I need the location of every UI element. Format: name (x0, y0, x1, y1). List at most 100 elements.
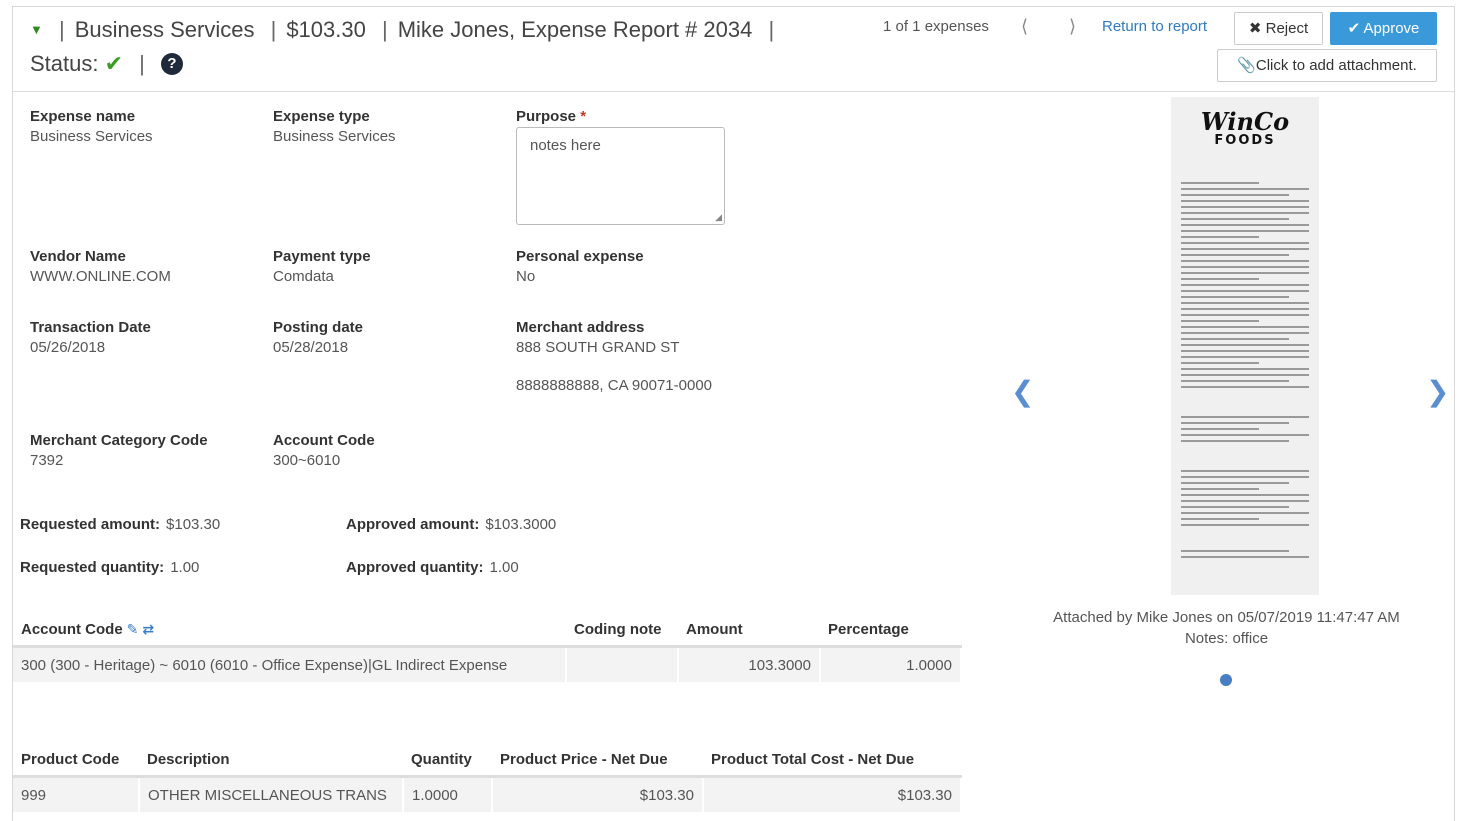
product-table: Product Code Description Quantity Produc… (13, 743, 962, 812)
header-expense-name: Business Services (74, 17, 255, 42)
table-cell: 103.3000 (678, 646, 821, 682)
required-marker: * (580, 108, 587, 125)
field-value: Business Services (30, 128, 153, 145)
column-header: Amount (678, 613, 820, 648)
approve-label: Approve (1363, 20, 1420, 37)
field-purpose: Purpose * (516, 108, 586, 128)
carousel-prev-icon[interactable]: ❮ (1011, 375, 1034, 408)
table-cell: 999 (13, 776, 140, 812)
reject-button[interactable]: ✖ Reject (1234, 12, 1323, 45)
attach-label: Click to add attachment. (1255, 57, 1417, 74)
field-expense-name: Expense name Business Services (30, 108, 153, 145)
add-attachment-button[interactable]: 📎Click to add attachment. (1217, 49, 1437, 82)
header-amount: $103.30 (286, 17, 366, 42)
chevron-left-icon[interactable]: ⟨ (1021, 16, 1028, 37)
header-report: Mike Jones, Expense Report # 2034 (397, 17, 753, 42)
return-to-report-link[interactable]: Return to report (1102, 18, 1207, 35)
expense-header: ▼ | Business Services | $103.30 | Mike Jone… (30, 14, 830, 79)
shuffle-icon[interactable]: ⇄ (142, 621, 154, 637)
column-header: Product Code (13, 743, 139, 778)
table-cell (566, 646, 679, 682)
field-label: Merchant address (516, 319, 645, 336)
paperclip-icon: 📎 (1237, 57, 1256, 74)
field-personal-expense: Personal expense No (516, 248, 644, 285)
field-label: Personal expense (516, 248, 644, 265)
requested-quantity-value: 1.00 (170, 559, 200, 576)
flag-icon[interactable]: ▼ (30, 14, 43, 45)
purpose-value: notes here (530, 137, 601, 154)
coding-table: Account Code ✎ ⇄ Coding note Amount Percen… (13, 613, 962, 682)
requested-quantity: Requested quantity: 1.00 (20, 559, 199, 576)
field-posting-date: Posting date 05/28/2018 (273, 319, 363, 356)
pencil-icon[interactable]: ✎ (127, 621, 139, 637)
field-label: Payment type (273, 248, 371, 265)
expense-counter: 1 of 1 expenses (883, 18, 989, 35)
column-header: Percentage (820, 613, 961, 648)
approved-quantity-value: 1.00 (489, 559, 519, 576)
field-expense-type: Expense type Business Services (273, 108, 396, 145)
receipt-brand: WinCo (1200, 107, 1290, 136)
field-value: WWW.ONLINE.COM (30, 268, 171, 285)
field-vendor-name: Vendor Name WWW.ONLINE.COM (30, 248, 171, 285)
address-line-1: 888 SOUTH GRAND ST (516, 339, 680, 356)
field-payment-type: Payment type Comdata (273, 248, 371, 285)
attachment-notes: Notes: office (1184, 630, 1269, 647)
help-icon[interactable]: ? (161, 53, 184, 75)
field-value: 7392 (30, 452, 64, 469)
attachment-attribution: Attached by Mike Jones on 05/07/2019 11:… (1053, 609, 1400, 626)
table-row: 999 OTHER MISCELLANEOUS TRANS 1.0000 $10… (13, 776, 962, 812)
chevron-right-icon[interactable]: ⟩ (1069, 16, 1076, 37)
table-cell: $103.30 (492, 776, 704, 812)
approved-quantity: Approved quantity: 1.00 (346, 559, 519, 576)
receipt-image[interactable]: WinCo FOODS (1171, 97, 1319, 595)
requested-amount: Requested amount: $103.30 (20, 516, 220, 533)
field-value: 300~6010 (273, 452, 341, 469)
header-divider (13, 91, 1454, 92)
table-cell: 1.0000 (403, 776, 493, 812)
carousel-indicator-dot[interactable] (1220, 674, 1232, 686)
carousel-next-icon[interactable]: ❯ (1426, 375, 1449, 408)
table-cell: $103.30 (703, 776, 962, 812)
column-header: Product Price - Net Due (492, 743, 703, 778)
field-value: Business Services (273, 128, 396, 145)
field-value: No (516, 268, 536, 285)
column-header: Product Total Cost - Net Due (703, 743, 961, 778)
approved-quantity-label: Approved quantity: (346, 559, 484, 576)
field-label: Purpose (516, 108, 577, 125)
column-header: Quantity (403, 743, 492, 778)
field-label: Posting date (273, 319, 364, 336)
check-icon: ✔ (104, 51, 124, 76)
reject-label: Reject (1265, 20, 1309, 37)
requested-amount-value: $103.30 (166, 516, 221, 533)
column-header: Coding note (566, 613, 678, 648)
field-value: Comdata (273, 268, 334, 285)
table-cell: 300 (300 - Heritage) ~ 6010 (6010 - Offi… (13, 646, 567, 682)
attachment-caption: Attached by Mike Jones on 05/07/2019 11:… (1000, 607, 1453, 649)
field-value: 05/28/2018 (273, 339, 349, 356)
approve-button[interactable]: ✔ Approve (1330, 12, 1437, 45)
table-cell: OTHER MISCELLANEOUS TRANS (139, 776, 404, 812)
column-header: Description (139, 743, 403, 778)
field-account-code: Account Code 300~6010 (273, 432, 375, 469)
field-label: Expense type (273, 108, 370, 125)
table-row: 300 (300 - Heritage) ~ 6010 (6010 - Offi… (13, 646, 962, 682)
approved-amount-value: $103.3000 (485, 516, 557, 533)
receipt-brand-sub: FOODS (1214, 133, 1276, 148)
field-value: 05/26/2018 (30, 339, 106, 356)
resize-handle-icon[interactable]: ◢ (715, 212, 722, 223)
field-label: Account Code (273, 432, 375, 449)
address-line-2: 8888888888, CA 90071-0000 (516, 377, 713, 394)
field-label: Vendor Name (30, 248, 126, 265)
field-merchant-category-code: Merchant Category Code 7392 (30, 432, 208, 469)
column-header: Account Code ✎ ⇄ (13, 613, 566, 648)
field-label: Expense name (30, 108, 136, 125)
status-label: Status: (30, 51, 99, 76)
approved-amount-label: Approved amount: (346, 516, 480, 533)
field-merchant-address: Merchant address 888 SOUTH GRAND ST 8888… (516, 319, 712, 394)
check-icon: ✔ (1347, 20, 1361, 37)
field-transaction-date: Transaction Date 05/26/2018 (30, 319, 151, 356)
requested-amount-label: Requested amount: (20, 516, 161, 533)
approved-amount: Approved amount: $103.3000 (346, 516, 556, 533)
purpose-textarea[interactable]: notes here ◢ (516, 127, 725, 225)
close-icon: ✖ (1248, 20, 1262, 37)
